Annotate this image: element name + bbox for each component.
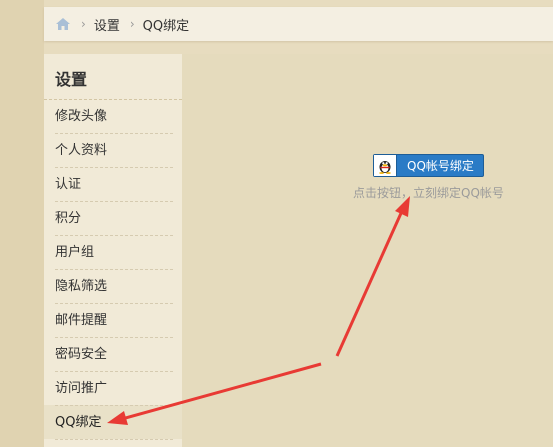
arrow-to-hint [335,196,410,357]
arrow-to-qq-bind [107,362,322,425]
annotation-arrows [107,196,410,425]
